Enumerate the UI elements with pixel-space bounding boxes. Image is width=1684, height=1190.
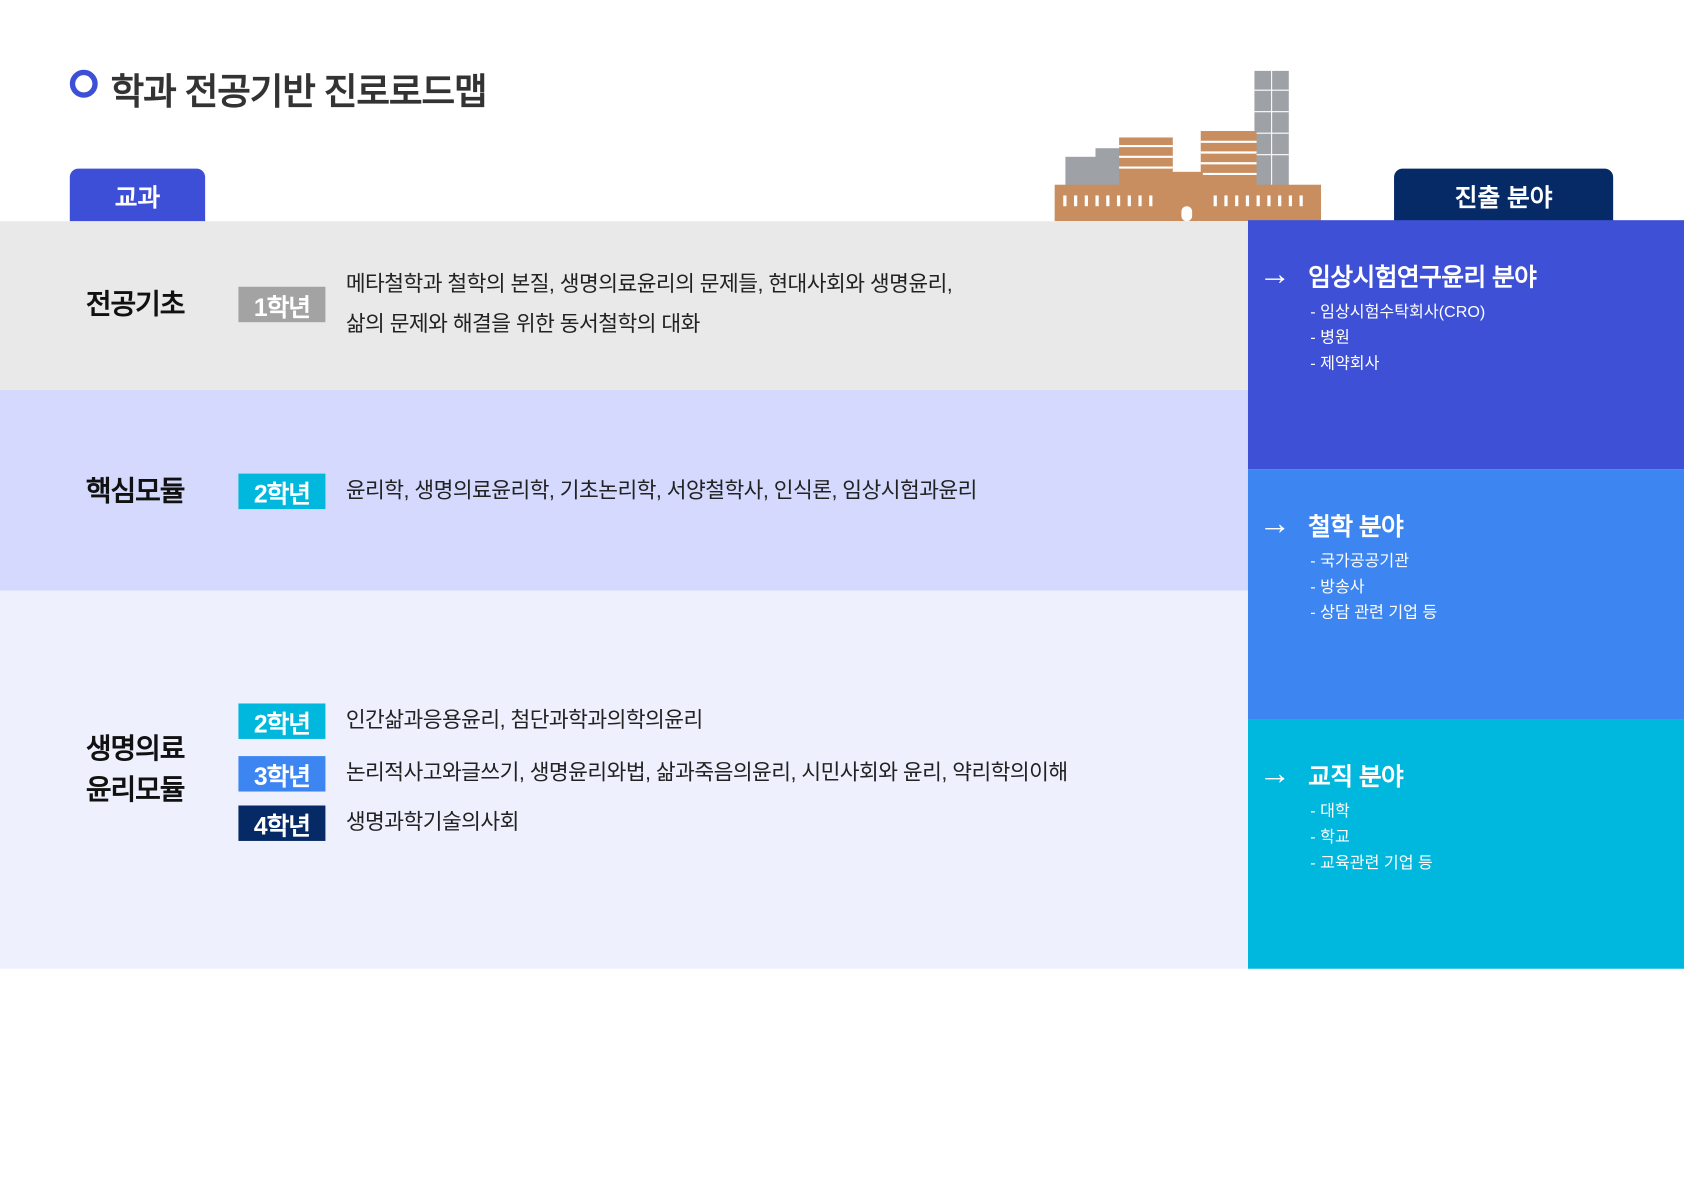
course-line: 윤리학, 생명의료윤리학, 기초논리학, 서양철학사, 인식론, 임상시험과윤리 <box>345 479 978 503</box>
grade-badge: 3학년 <box>238 756 326 792</box>
course-line: 논리적사고와글쓰기, 생명윤리와법, 삶과죽음의윤리, 시민사회와 윤리, 약리… <box>345 761 1068 786</box>
page-title: 학과 전공기반 진로로드맵 <box>110 71 488 113</box>
module-label: 생명의료 윤리모듈 <box>85 728 186 810</box>
tab-career-fields: 진출 분야 <box>1394 168 1614 222</box>
career-title: 교직 분야 <box>1308 762 1404 791</box>
module-label: 핵심모듈 <box>85 474 186 507</box>
arrow-right-icon: → <box>1258 756 1291 792</box>
course-list: 메타철학과 철학의 본질, 생명의료윤리의 문제들, 현대사회와 생명윤리, 삶… <box>345 265 953 344</box>
grade-badge: 2학년 <box>238 703 326 739</box>
course-line: 삶의 문제와 해결을 위한 동서철학의 대화 <box>345 312 701 337</box>
arrow-right-icon: → <box>1258 256 1291 293</box>
grade-badge: 1학년 <box>238 286 326 323</box>
career-field-teaching: → 교직 분야 - 대학 - 학교 - 교육관련 기업 등 <box>1247 719 1684 969</box>
module-label-line: 생명의료 <box>85 732 186 765</box>
career-item: - 학교 <box>1310 828 1350 847</box>
course-line: 인간삶과응용윤리, 첨단과학과의학의윤리 <box>345 708 703 733</box>
career-title: 임상시험연구윤리 분야 <box>1308 263 1537 292</box>
campus-buildings-illustration <box>1054 70 1322 222</box>
career-item: - 방송사 <box>1310 577 1365 597</box>
grade-badge: 2학년 <box>238 473 326 510</box>
career-item: - 제약회사 <box>1310 354 1380 373</box>
career-item: - 대학 <box>1310 802 1350 821</box>
career-item: - 병원 <box>1310 328 1350 347</box>
course-line: 생명과학기술의사회 <box>345 810 520 835</box>
career-item: - 상담 관련 기업 등 <box>1310 603 1438 622</box>
roadmap: 학과 전공기반 진로로드맵 교과 진출 분야 전공기초 1학년 메타철학과 철학… <box>0 0 1684 1190</box>
career-item: - 임상시험수탁회사(CRO) <box>1310 302 1486 322</box>
title-bullet-icon <box>69 69 98 98</box>
tab-curriculum: 교과 <box>69 168 206 222</box>
module-label: 전공기초 <box>85 287 186 321</box>
arrow-right-icon: → <box>1258 505 1291 542</box>
course-line: 메타철학과 철학의 본질, 생명의료윤리의 문제들, 현대사회와 생명윤리, <box>345 272 953 297</box>
career-item: - 국가공공기관 <box>1310 552 1410 571</box>
career-item: - 교육관련 기업 등 <box>1310 853 1433 873</box>
career-field-philosophy: → 철학 분야 - 국가공공기관 - 방송사 - 상담 관련 기업 등 <box>1247 469 1684 720</box>
module-row-bioethics: 생명의료 윤리모듈 2학년 인간삶과응용윤리, 첨단과학과의학의윤리 3학년 논… <box>0 590 1248 969</box>
career-field-clinical-ethics: → 임상시험연구윤리 분야 - 임상시험수탁회사(CRO) - 병원 - 제약회사 <box>1247 220 1684 470</box>
module-row-foundation: 전공기초 1학년 메타철학과 철학의 본질, 생명의료윤리의 문제들, 현대사회… <box>0 221 1248 390</box>
grade-badge: 4학년 <box>238 805 326 841</box>
career-title: 철학 분야 <box>1308 512 1404 541</box>
module-row-core: 핵심모듈 2학년 윤리학, 생명의료윤리학, 기초논리학, 서양철학사, 인식론… <box>0 389 1248 591</box>
module-label-line: 윤리모듈 <box>85 773 186 806</box>
